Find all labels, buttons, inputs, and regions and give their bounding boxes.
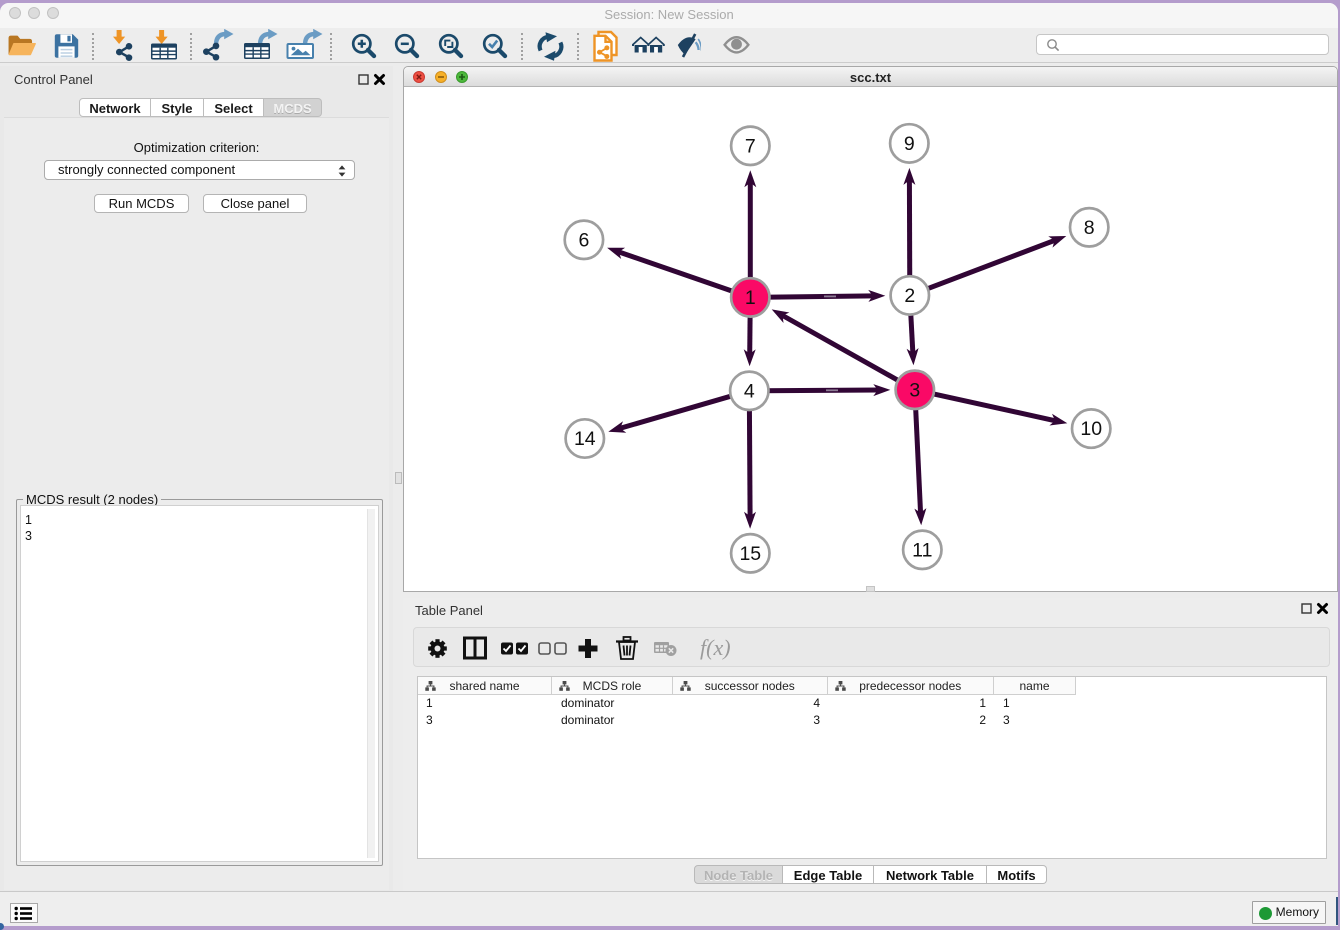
- svg-text:14: 14: [574, 428, 596, 450]
- svg-text:8: 8: [1084, 217, 1095, 239]
- svg-text:10: 10: [1080, 418, 1102, 440]
- svg-text:4: 4: [744, 380, 755, 402]
- svg-text:9: 9: [904, 133, 915, 155]
- svg-text:11: 11: [912, 539, 932, 561]
- svg-text:2: 2: [904, 285, 915, 307]
- svg-text:6: 6: [578, 229, 589, 251]
- svg-text:15: 15: [739, 543, 761, 565]
- svg-text:7: 7: [745, 135, 756, 157]
- svg-text:f(x): f(x): [700, 635, 731, 660]
- svg-text:1: 1: [745, 287, 756, 309]
- svg-text:3: 3: [909, 379, 920, 401]
